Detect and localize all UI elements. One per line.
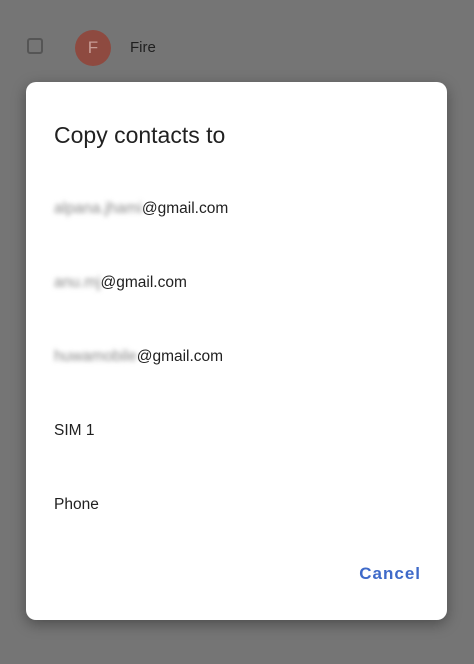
option-phone[interactable]: Phone: [54, 496, 99, 514]
option-sim-1[interactable]: SIM 1: [54, 422, 94, 440]
avatar: F: [75, 30, 111, 66]
account-domain: @gmail.com: [100, 274, 187, 291]
option-google-account-1[interactable]: alpana.jhami@gmail.com: [54, 200, 228, 218]
redacted-account-name: anu.mj: [54, 274, 101, 291]
account-domain: @gmail.com: [136, 348, 224, 365]
copy-contacts-dialog: Copy contacts to alpana.jhami@gmail.com …: [26, 82, 447, 620]
option-label: Phone: [54, 496, 99, 513]
cancel-button[interactable]: Cancel: [359, 564, 421, 584]
contact-name: Fire: [130, 39, 156, 56]
redacted-account-name: huwamobile: [54, 348, 137, 365]
contact-checkbox: [27, 38, 43, 54]
option-label: SIM 1: [54, 422, 95, 439]
redacted-account-name: alpana.jhami: [54, 200, 142, 217]
option-google-account-2[interactable]: anu.mj@gmail.com: [54, 274, 187, 292]
option-google-account-3[interactable]: huwamobile@gmail.com: [54, 348, 223, 366]
account-domain: @gmail.com: [141, 200, 229, 217]
dialog-title: Copy contacts to: [54, 122, 226, 148]
